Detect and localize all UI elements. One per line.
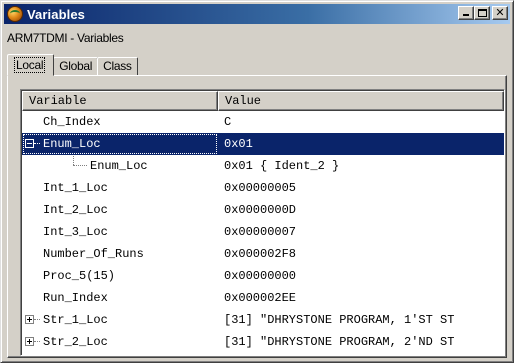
variable-value[interactable]: 0x0000000D — [218, 199, 504, 221]
maximize-icon — [478, 9, 487, 17]
table-row[interactable]: Int_3_Loc 0x00000007 — [22, 221, 504, 243]
tree-connector — [34, 319, 40, 320]
variable-value[interactable]: 0x000002F8 — [218, 243, 504, 265]
variable-name: Str_2_Loc — [43, 335, 108, 349]
column-header-variable[interactable]: Variable — [22, 91, 218, 111]
title-bar[interactable]: Variables ✕ — [4, 4, 510, 24]
variable-name: Number_Of_Runs — [43, 247, 144, 261]
variable-name: Run_Index — [43, 291, 108, 305]
variable-name: Int_1_Loc — [43, 181, 108, 195]
variable-name-cell[interactable]: Int_3_Loc — [22, 221, 218, 243]
globe-icon[interactable] — [7, 6, 23, 22]
variable-name-cell[interactable]: Str_2_Loc — [22, 331, 218, 353]
variable-name: Int_3_Loc — [43, 225, 108, 239]
table-row[interactable]: Str_1_Loc [31] "DHRYSTONE PROGRAM, 1'ST S… — [22, 309, 504, 331]
table-row[interactable]: Int_2_Loc 0x0000000D — [22, 199, 504, 221]
column-header-value[interactable]: Value — [218, 91, 504, 111]
variable-name: Str_1_Loc — [43, 313, 108, 327]
table-body: Ch_Index C Enum_Loc 0x01 Enum_Loc 0x01 { Iden… — [22, 111, 504, 353]
variable-name-cell[interactable]: Proc_5(15) — [22, 265, 218, 287]
variables-table: Variable Value Ch_Index C Enum_Loc 0x01 Enum… — [20, 89, 505, 356]
variable-value[interactable]: 0x000002EE — [218, 287, 504, 309]
variable-name-cell[interactable]: Str_1_Loc — [22, 309, 218, 331]
tree-connector — [34, 341, 40, 342]
tab-local[interactable]: Local — [7, 54, 55, 76]
table-row[interactable]: Proc_5(15) 0x00000000 — [22, 265, 504, 287]
tab-class[interactable]: Class — [97, 57, 138, 76]
maximize-button[interactable] — [474, 6, 490, 20]
table-row[interactable]: Enum_Loc 0x01 { Ident_2 } — [22, 155, 504, 177]
table-row[interactable]: Int_1_Loc 0x00000005 — [22, 177, 504, 199]
minimize-button[interactable] — [458, 6, 474, 20]
variable-value[interactable]: 0x01 — [218, 133, 504, 155]
variable-value[interactable]: 0x00000005 — [218, 177, 504, 199]
variable-value[interactable]: 0x00000000 — [218, 265, 504, 287]
tab-global[interactable]: Global — [53, 57, 99, 76]
variable-value[interactable]: 0x00000007 — [218, 221, 504, 243]
window-title: Variables — [27, 6, 85, 22]
variable-name: Int_2_Loc — [43, 203, 108, 217]
variable-name: Proc_5(15) — [43, 269, 116, 283]
tree-connector — [73, 165, 87, 166]
variable-name-cell[interactable]: Int_1_Loc — [22, 177, 218, 199]
tree-connector — [73, 155, 74, 165]
expand-icon[interactable] — [25, 337, 34, 346]
close-icon: ✕ — [495, 6, 505, 19]
variable-name: Enum_Loc — [43, 137, 101, 151]
variable-value[interactable]: [31] "DHRYSTONE PROGRAM, 1'ST ST — [218, 309, 504, 331]
window-subtitle: ARM7TDMI - Variables — [7, 31, 124, 45]
variable-value[interactable]: [31] "DHRYSTONE PROGRAM, 2'ND ST — [218, 331, 504, 353]
table-row[interactable]: Number_Of_Runs 0x000002F8 — [22, 243, 504, 265]
table-row[interactable]: Enum_Loc 0x01 — [22, 133, 504, 155]
variable-name-cell[interactable]: Enum_Loc — [22, 155, 218, 177]
table-row[interactable]: Str_2_Loc [31] "DHRYSTONE PROGRAM, 2'ND S… — [22, 331, 504, 353]
table-header: Variable Value — [22, 91, 504, 111]
variable-value[interactable]: 0x01 { Ident_2 } — [218, 155, 504, 177]
tree-connector — [34, 143, 40, 144]
variable-name-cell[interactable]: Run_Index — [22, 287, 218, 309]
title-buttons: ✕ — [458, 6, 508, 20]
expand-icon[interactable] — [25, 315, 34, 324]
variable-name-cell[interactable]: Number_Of_Runs — [22, 243, 218, 265]
variable-name: Ch_Index — [43, 115, 101, 129]
table-row[interactable]: Ch_Index C — [22, 111, 504, 133]
variable-name-cell[interactable]: Ch_Index — [22, 111, 218, 133]
minimize-icon — [463, 14, 469, 16]
collapse-icon[interactable] — [25, 139, 34, 148]
variable-name: Enum_Loc — [90, 159, 148, 173]
variables-window: Variables ✕ ARM7TDMI - Variables Local G… — [0, 0, 514, 363]
variable-value[interactable]: C — [218, 111, 504, 133]
variable-name-cell[interactable]: Enum_Loc — [22, 133, 218, 155]
tab-strip: Local Global Class — [7, 54, 138, 76]
variable-name-cell[interactable]: Int_2_Loc — [22, 199, 218, 221]
close-button[interactable]: ✕ — [492, 6, 508, 20]
table-row[interactable]: Run_Index 0x000002EE — [22, 287, 504, 309]
